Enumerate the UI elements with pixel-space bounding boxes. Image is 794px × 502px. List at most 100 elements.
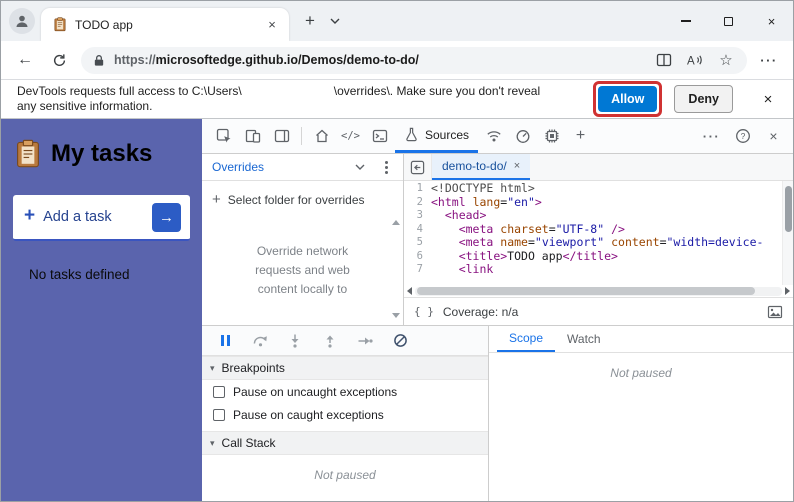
url-scheme: https://: [114, 53, 156, 67]
line-number[interactable]: 7: [404, 263, 431, 277]
toolbar-separator: [301, 127, 302, 145]
horizontal-scroll-track[interactable]: [415, 286, 782, 296]
window-close-button[interactable]: ×: [750, 1, 793, 41]
submit-task-button[interactable]: →: [152, 202, 181, 232]
line-number[interactable]: 5: [404, 236, 431, 250]
navigator-pane-dropdown[interactable]: Overrides: [212, 160, 375, 174]
add-task-label: Add a task: [43, 209, 112, 225]
dock-side-button[interactable]: [268, 123, 295, 150]
chevron-down-icon: [355, 164, 365, 170]
code-line: 5 <meta name="viewport" content="width=d…: [404, 235, 779, 250]
minimize-button[interactable]: [664, 1, 707, 41]
tab-list-chevron-icon[interactable]: [325, 18, 345, 24]
file-tab-label: demo-to-do/: [442, 159, 507, 173]
status-bar-right: [767, 305, 783, 319]
tab-sources[interactable]: Sources: [395, 119, 479, 153]
pause-caught-checkbox[interactable]: [213, 408, 225, 421]
allow-button[interactable]: Allow: [598, 86, 658, 112]
editor-vertical-scrollbar[interactable]: [782, 181, 793, 285]
step-over-icon: [253, 336, 267, 347]
breakpoints-section-header[interactable]: ▾ Breakpoints: [202, 356, 488, 380]
show-navigator-button[interactable]: [404, 154, 432, 180]
call-stack-section-header[interactable]: ▾ Call Stack: [202, 431, 488, 455]
scroll-up-icon[interactable]: [392, 220, 400, 225]
step-button[interactable]: [356, 332, 374, 350]
step-out-button[interactable]: [321, 332, 339, 350]
more-tabs-button[interactable]: +: [567, 123, 594, 150]
tab-network[interactable]: [480, 123, 507, 150]
devtools-help-button[interactable]: ?: [729, 123, 756, 150]
devtools-menu-button[interactable]: ···: [698, 123, 725, 150]
tab-watch[interactable]: Watch: [555, 326, 613, 352]
infobar-close-icon[interactable]: ×: [755, 91, 781, 108]
code-text: <meta charset="UTF-8" />: [458, 221, 625, 236]
split-screen-button[interactable]: [653, 49, 675, 71]
tab-console[interactable]: [366, 123, 393, 150]
vertical-scroll-thumb[interactable]: [785, 186, 792, 232]
url-field[interactable]: https://microsoftedge.github.io/Demos/de…: [81, 46, 747, 74]
infobar-message-part2: \overrides\. Make sure you don't reveal: [333, 84, 541, 98]
select-folder-button[interactable]: + Select folder for overrides: [202, 181, 403, 208]
person-icon: [16, 15, 28, 27]
line-number[interactable]: 1: [404, 182, 431, 196]
deny-button[interactable]: Deny: [674, 85, 733, 113]
file-tab[interactable]: demo-to-do/ ×: [432, 154, 531, 180]
scope-watch-pane: Scope Watch Not paused: [489, 326, 793, 501]
devtools-panel: </> Sources + ··· ? × Overrides + Select…: [202, 119, 793, 501]
image-icon[interactable]: [767, 305, 783, 319]
tab-welcome[interactable]: [308, 123, 335, 150]
refresh-button[interactable]: [47, 48, 71, 72]
add-task-button[interactable]: + Add a task →: [13, 195, 190, 241]
svg-text:A: A: [687, 56, 695, 68]
line-number[interactable]: 2: [404, 196, 431, 210]
profile-avatar[interactable]: [9, 8, 35, 34]
overrides-description-line: requests and web: [255, 263, 350, 277]
allow-annotation-highlight: Allow: [593, 81, 663, 117]
tab-memory[interactable]: [538, 123, 565, 150]
inspect-icon: [216, 128, 230, 143]
browser-tab[interactable]: TODO app ×: [41, 8, 289, 41]
back-button[interactable]: ←: [13, 48, 37, 72]
step-over-button[interactable]: [251, 332, 269, 350]
show-navigator-icon: [410, 160, 425, 174]
pretty-print-button[interactable]: { }: [414, 305, 434, 318]
scroll-right-icon[interactable]: [785, 287, 790, 295]
step-into-button[interactable]: [286, 332, 304, 350]
read-aloud-button[interactable]: A: [684, 49, 706, 71]
code-text: <html lang="en">: [431, 194, 542, 209]
tab-elements[interactable]: </>: [337, 123, 364, 150]
file-tab-close-icon[interactable]: ×: [514, 160, 520, 172]
line-number[interactable]: 3: [404, 209, 431, 223]
browser-menu-button[interactable]: ···: [757, 48, 781, 72]
line-number[interactable]: 6: [404, 250, 431, 264]
pause-uncaught-checkbox[interactable]: [213, 385, 225, 398]
favorites-star-icon[interactable]: ☆: [715, 49, 737, 71]
horizontal-scroll-thumb[interactable]: [417, 287, 755, 295]
code-line: 2 <html lang="en">: [404, 194, 779, 210]
pause-script-button[interactable]: [216, 332, 234, 350]
editor-horizontal-scrollbar[interactable]: [404, 285, 793, 297]
devtools-toolbar: </> Sources + ··· ? ×: [202, 119, 793, 154]
todo-app-page: My tasks + Add a task → No tasks defined: [1, 119, 202, 501]
inspect-element-button[interactable]: [210, 123, 237, 150]
tab-close-icon[interactable]: ×: [263, 16, 281, 34]
refresh-icon: [53, 53, 65, 66]
tab-scope[interactable]: Scope: [497, 326, 556, 352]
scroll-down-icon[interactable]: [392, 313, 400, 318]
scope-watch-tabs: Scope Watch: [489, 326, 793, 353]
code-editor[interactable]: 1 <!DOCTYPE html> 2 <html lang="en"> 3 <head…: [404, 181, 793, 285]
overrides-description-line: content locally to: [257, 282, 348, 296]
scroll-left-icon[interactable]: [407, 287, 412, 295]
maximize-icon: [724, 16, 733, 26]
new-tab-button[interactable]: +: [297, 8, 323, 34]
navigator-menu-button[interactable]: [375, 156, 397, 178]
tab-performance[interactable]: [509, 123, 536, 150]
call-stack-label: Call Stack: [221, 436, 276, 450]
devtools-close-icon[interactable]: ×: [760, 123, 787, 150]
deactivate-breakpoints-button[interactable]: [391, 332, 409, 350]
maximize-button[interactable]: [707, 1, 750, 41]
navigator-scrollbar[interactable]: [391, 220, 401, 318]
line-number[interactable]: 4: [404, 223, 431, 237]
url-domain: microsoftedge.github.io: [155, 53, 299, 67]
device-emulation-button[interactable]: [239, 123, 266, 150]
